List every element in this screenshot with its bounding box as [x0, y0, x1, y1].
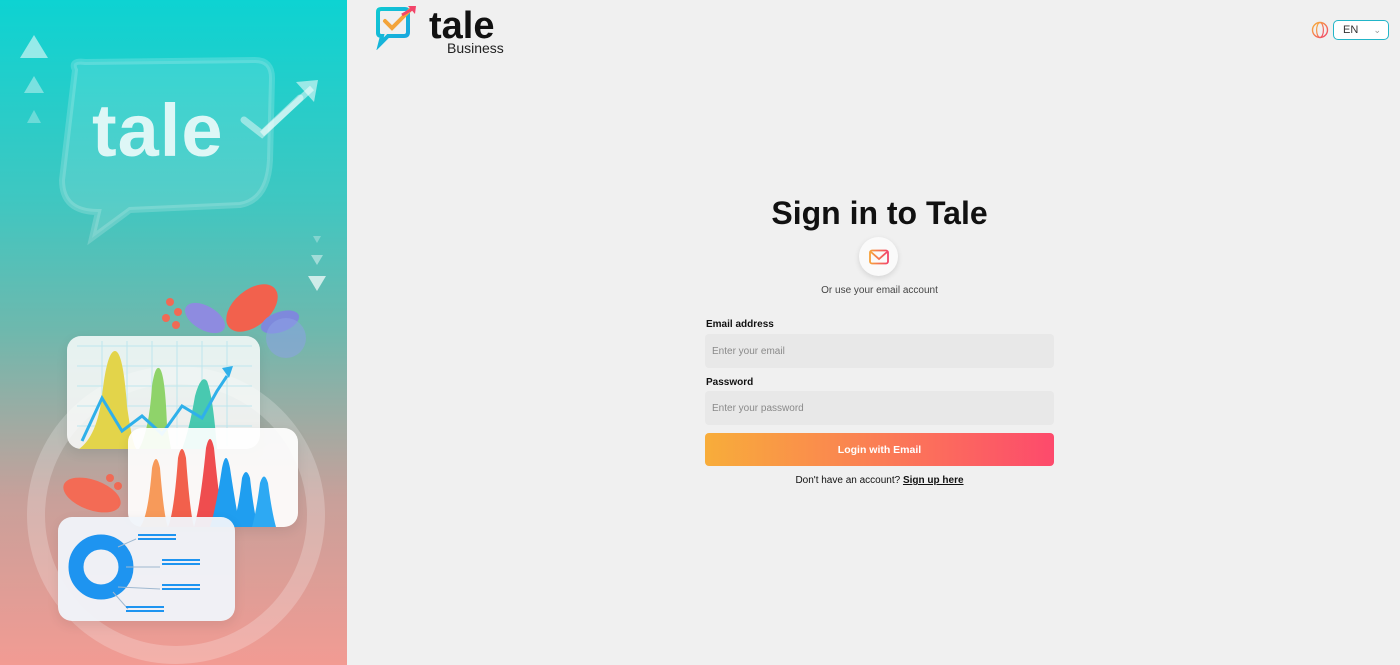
- logo-check-icon: [376, 6, 416, 50]
- logo-subtitle: Business: [447, 40, 504, 56]
- email-provider-button[interactable]: [859, 237, 898, 276]
- email-label: Email address: [706, 319, 774, 330]
- signup-prompt: Don't have an account? Sign up here: [705, 475, 1054, 486]
- illustration-panel: tale: [0, 0, 347, 665]
- brand-logo[interactable]: tale Business: [374, 6, 514, 56]
- login-with-email-button[interactable]: Login with Email: [705, 433, 1054, 466]
- globe-icon[interactable]: [1311, 21, 1329, 39]
- alternate-signin-text: Or use your email account: [821, 285, 938, 296]
- no-account-text: Don't have an account?: [795, 475, 901, 486]
- password-field[interactable]: [705, 391, 1054, 425]
- mail-icon: [868, 249, 889, 264]
- language-switcher: EN ⌄: [1311, 19, 1389, 41]
- email-field[interactable]: [705, 334, 1054, 368]
- illustration-brand-word: tale: [92, 89, 224, 172]
- illustration-card-donut-chart: [58, 517, 235, 621]
- language-select[interactable]: EN ⌄: [1333, 20, 1389, 40]
- page-title: Sign in to Tale: [771, 195, 988, 231]
- illustration-card-spike-chart: [128, 428, 298, 527]
- chevron-down-icon: ⌄: [1373, 24, 1381, 35]
- language-select-value: EN: [1343, 24, 1359, 36]
- password-label: Password: [706, 377, 754, 388]
- signup-link[interactable]: Sign up here: [903, 475, 964, 486]
